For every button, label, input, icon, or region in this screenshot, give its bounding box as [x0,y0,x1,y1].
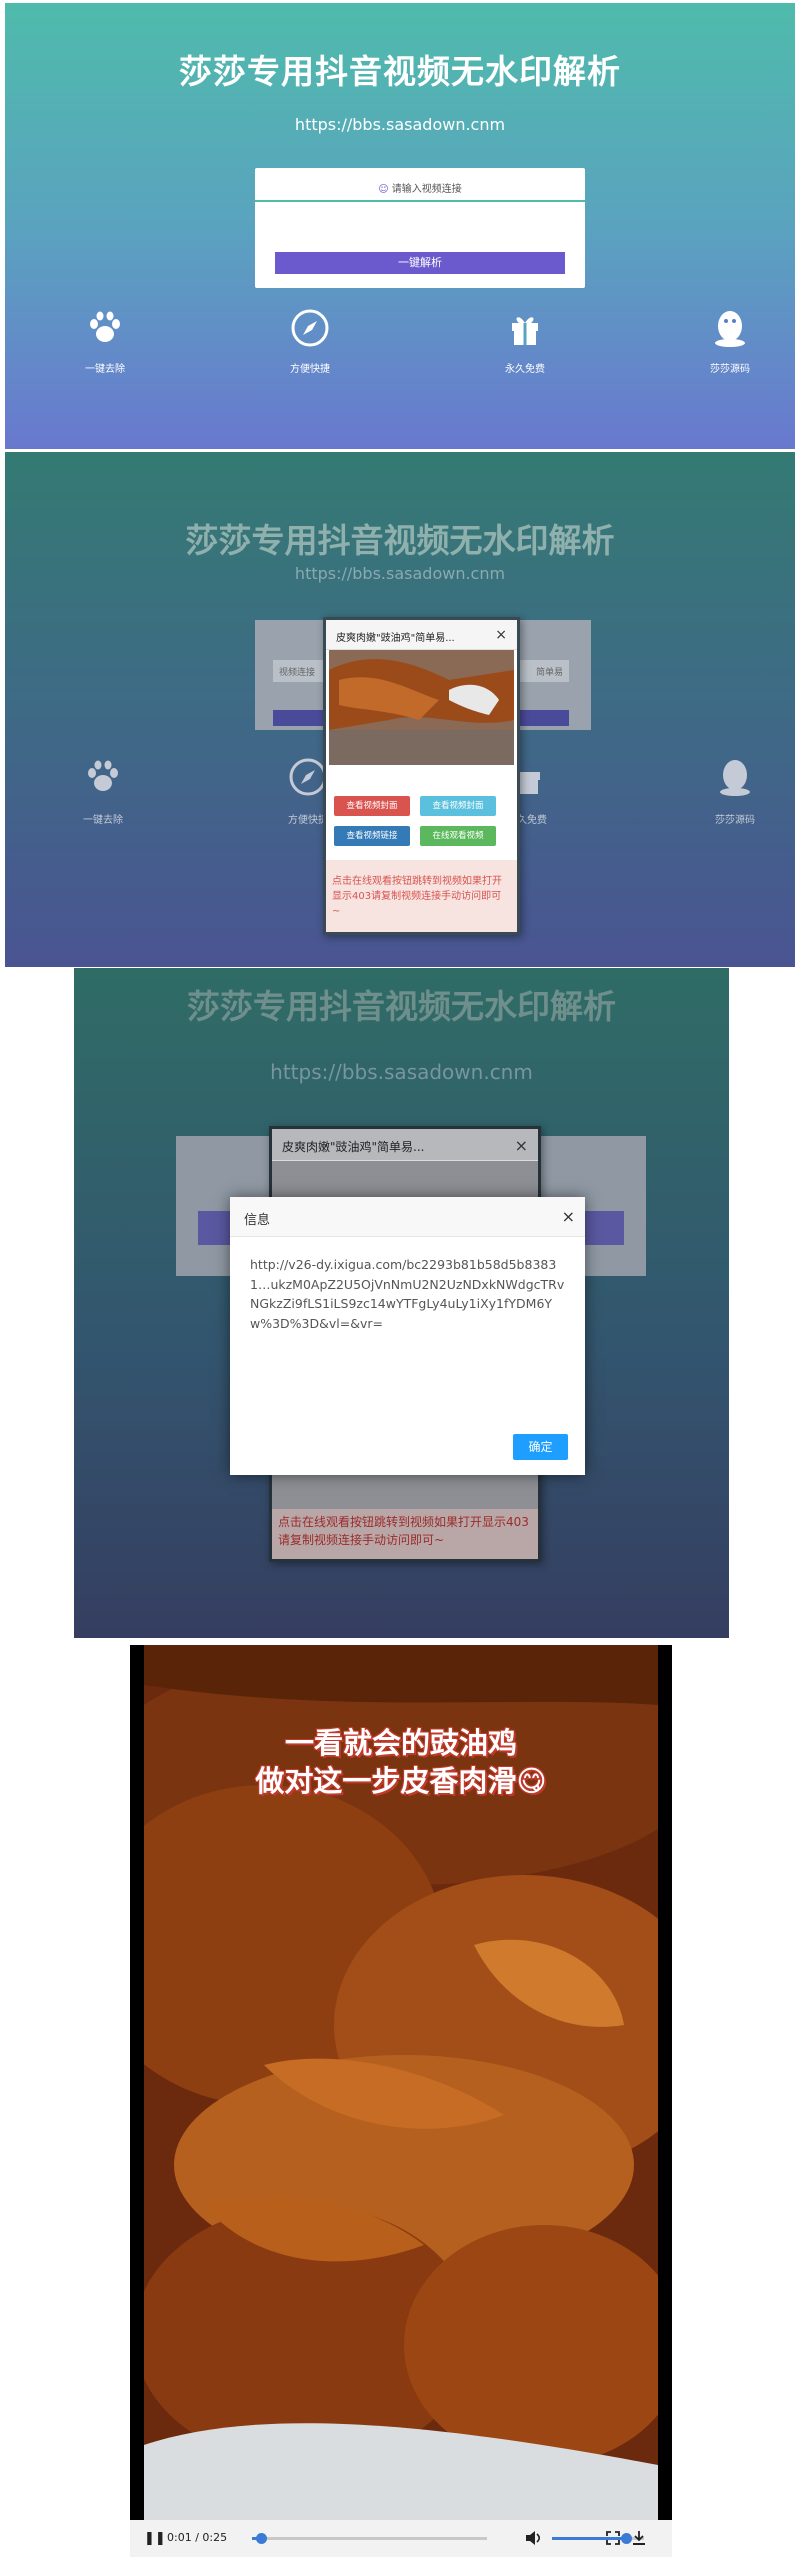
site-url: https://bbs.sasadown.cnm [270,1060,533,1084]
feature-remove: 一键去除 [43,757,163,826]
page-title: 莎莎专用抖音视频无水印解析 [187,987,616,1026]
feature-label: 莎莎源码 [715,815,755,826]
page-title: 莎莎专用抖音视频无水印解析 [185,521,615,560]
feature-free: 永久免费 [465,308,585,375]
close-icon[interactable]: × [562,1207,575,1226]
parse-button[interactable]: 一键解析 [275,252,565,274]
close-icon[interactable]: × [495,627,507,643]
notice-text: 点击在线观看按钮跳转到视频如果打开显示403请复制视频连接手动访问即可~ [332,876,502,917]
ok-button[interactable]: 确定 [513,1434,568,1460]
homepage-panel: 莎莎专用抖音视频无水印解析 https://bbs.sasadown.cnm ☺… [5,3,795,449]
view-cover-button[interactable]: 查看视频封面 [334,796,410,816]
feature-label: 莎莎源码 [710,364,750,375]
volume-icon[interactable] [525,2530,543,2546]
video-cover-image [329,650,514,765]
parse-card: ☺ 请输入视频连接 一键解析 [255,168,585,288]
fullscreen-icon[interactable] [606,2531,620,2545]
penguin-icon [720,760,750,796]
video-caption-line2: 做对这一步皮香肉滑😋 [255,1764,547,1798]
video-result-popup: 皮爽肉嫩"豉油鸡"简单易... × 查看视频封面 查看视频封面 查看视频链接 在… [323,617,520,935]
feature-label: 永久免费 [505,364,545,375]
close-icon[interactable]: × [515,1136,528,1155]
input-right-text: 简单易 [535,668,563,678]
site-url: https://bbs.sasadown.cnm [294,115,506,134]
watch-online-button[interactable]: 在线观看视频 [420,826,496,846]
input-placeholder: 请输入视频连接 [391,184,462,195]
progress-track[interactable] [252,2533,487,2544]
popup-header: 皮爽肉嫩"豉油鸡"简单易... × [326,620,517,650]
paw-icon [90,311,120,342]
gift-icon [512,317,538,345]
player-controls: ❚❚ 0:01 / 0:25 [130,2520,672,2557]
volume-track[interactable] [552,2533,644,2544]
page-title: 莎莎专用抖音视频无水印解析 [179,52,621,91]
popup-header: 皮爽肉嫩"豉油鸡"简单易... × [272,1129,538,1161]
volume-handle[interactable] [620,2533,632,2544]
video-player: 一看就会的豉油鸡 做对这一步皮香肉滑😋 ❚❚ 0:01 / 0:25 [130,1645,672,2557]
feature-label: 一键去除 [85,364,125,375]
paw-icon [88,760,118,791]
site-url: https://bbs.sasadown.cnm [294,564,506,583]
penguin-icon [715,311,745,347]
link-dialog-panel: 莎莎专用抖音视频无水印解析 https://bbs.sasadown.cnm 皮… [74,968,729,1638]
feature-source: 莎莎源码 [670,308,790,375]
input-left-text: 视频连接 [279,668,316,678]
video-url-input[interactable]: ☺ 请输入视频连接 [255,180,585,195]
video-caption-line1: 一看就会的豉油鸡 [284,1726,517,1760]
dialog-header: 信息 × [230,1197,585,1237]
popup-title: 皮爽肉嫩"豉油鸡"简单易... [336,633,455,644]
feature-label: 方便快捷 [290,364,330,375]
feature-label: 一键去除 [83,815,123,826]
download-icon[interactable] [632,2530,646,2546]
view-cover-alt-button[interactable]: 查看视频封面 [420,796,496,816]
time-display: 0:01 / 0:25 [167,2531,228,2544]
progress-handle[interactable] [256,2533,268,2544]
input-underline [255,200,585,202]
result-popup-panel: 莎莎专用抖音视频无水印解析 https://bbs.sasadown.cnm 视… [5,452,795,967]
notice-text: 点击在线观看按钮跳转到视频如果打开显示403请复制视频连接手动访问即可~ [278,1515,529,1547]
dialog-title: 信息 [244,1213,271,1228]
compass-icon [291,309,329,347]
smile-icon: ☺ [378,184,392,195]
video-link-text: http://v26-dy.ixigua.com/bc2293b81b58d5b… [250,1257,565,1331]
view-link-button[interactable]: 查看视频链接 [334,826,410,846]
pause-icon[interactable]: ❚❚ [144,2531,166,2546]
feature-fast: 方便快捷 [250,308,370,375]
info-dialog: 信息 × http://v26-dy.ixigua.com/bc2293b81b… [230,1197,585,1475]
feature-source: 莎莎源码 [675,757,795,826]
popup-title: 皮爽肉嫩"豉油鸡"简单易... [282,1140,425,1154]
compass-icon [289,758,327,796]
feature-remove: 一键去除 [45,308,165,375]
